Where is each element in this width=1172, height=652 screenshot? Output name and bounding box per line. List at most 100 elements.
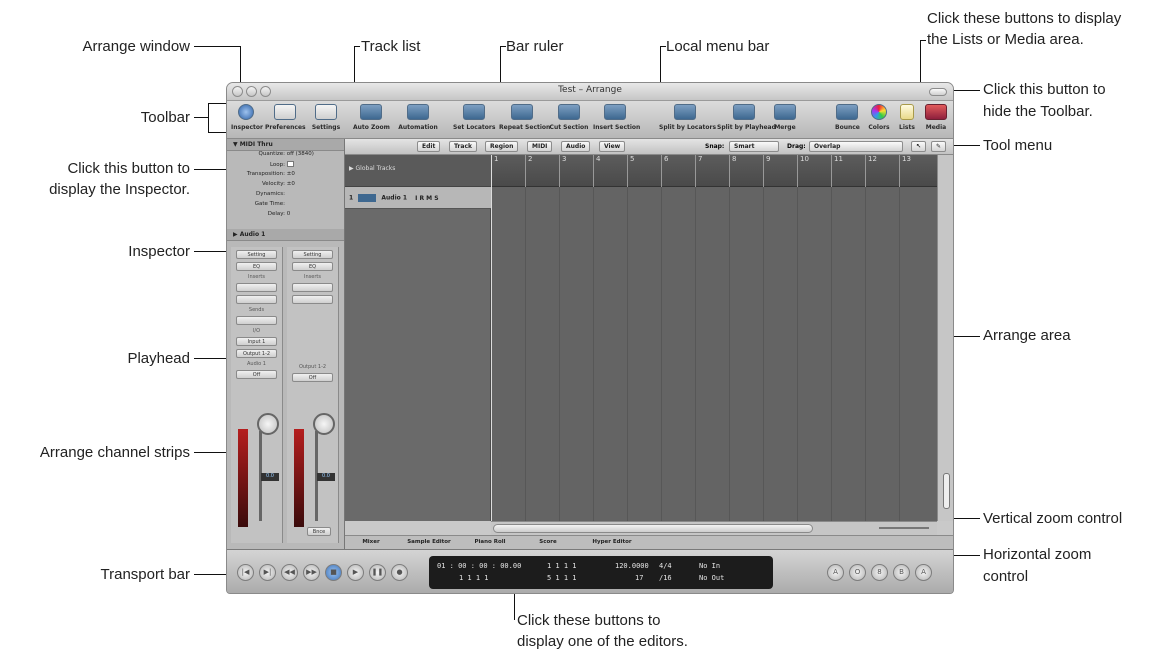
- metronome-button[interactable]: 8: [871, 564, 888, 581]
- grid-line: [899, 187, 900, 521]
- callout-bar-ruler: Bar ruler: [506, 38, 564, 55]
- send-slot[interactable]: [236, 316, 277, 325]
- toolbar-auto-zoom-button[interactable]: Auto Zoom: [353, 104, 390, 131]
- inspector: ▼ MIDI Thru Quantize: off (3840) Loop: T…: [227, 139, 345, 593]
- toolbar-label: Automation: [398, 124, 438, 131]
- toolbar-lists-button[interactable]: Lists: [895, 104, 919, 131]
- toolbar-split-playhead-button[interactable]: Split by Playhead: [717, 104, 776, 131]
- toolbar-colors-button[interactable]: Colors: [867, 104, 891, 131]
- param-delay[interactable]: Delay: 0: [227, 211, 344, 221]
- track-parameters-header[interactable]: ▶ Audio 1: [227, 229, 344, 241]
- loop-checkbox[interactable]: [286, 161, 294, 167]
- hide-toolbar-button[interactable]: [929, 88, 947, 96]
- track-header-audio-1[interactable]: 1 Audio 1 I R M S: [345, 187, 491, 209]
- toolbar-label: Settings: [311, 124, 341, 131]
- level-meter: [294, 429, 304, 527]
- toolbar-repeat-section-button[interactable]: Repeat Section: [499, 104, 550, 131]
- toolbar-automation-button[interactable]: Automation: [397, 104, 439, 131]
- toolbar-preferences-button[interactable]: Preferences: [265, 104, 306, 131]
- setting-button[interactable]: Setting: [236, 250, 277, 259]
- drag-popup[interactable]: Overlap: [809, 141, 903, 152]
- menu-midi[interactable]: MIDI: [527, 141, 553, 152]
- callout-inspector-btn-1: Click this button to: [67, 160, 190, 177]
- callout-toolbar: Toolbar: [140, 109, 190, 126]
- toolbar-bounce-button[interactable]: Bounce: [835, 104, 860, 131]
- callout-playhead: Playhead: [127, 350, 190, 367]
- tab-mixer[interactable]: Mixer: [349, 538, 393, 548]
- record-button[interactable]: ●: [391, 564, 408, 581]
- horizontal-scrollbar[interactable]: [491, 521, 937, 535]
- tab-sample-editor[interactable]: Sample Editor: [399, 538, 459, 548]
- playhead[interactable]: [491, 155, 492, 521]
- input-button[interactable]: Input 1: [236, 337, 277, 346]
- param-dynamics[interactable]: Dynamics:: [227, 191, 344, 201]
- vertical-zoom-slider[interactable]: [943, 473, 950, 509]
- scroll-thumb[interactable]: [493, 524, 813, 533]
- toolbar-insert-section-button[interactable]: Insert Section: [593, 104, 640, 131]
- automation-mode-button[interactable]: Off: [236, 370, 277, 379]
- global-tracks-disclosure[interactable]: ▶ Global Tracks: [345, 155, 491, 187]
- toolbar-cut-section-button[interactable]: Cut Section: [549, 104, 589, 131]
- insert-slot[interactable]: [236, 283, 277, 292]
- param-gate-time[interactable]: Gate Time:: [227, 201, 344, 211]
- output-button[interactable]: Output 1-2: [236, 349, 277, 358]
- toolbar-media-button[interactable]: Media: [923, 104, 949, 131]
- param-velocity[interactable]: Velocity: ±0: [227, 181, 344, 191]
- menu-view[interactable]: View: [599, 141, 626, 152]
- bounce-button[interactable]: Bnce: [307, 527, 331, 536]
- callout-arrange-window: Arrange window: [82, 38, 190, 55]
- fast-forward-button[interactable]: ▶▶: [303, 564, 320, 581]
- horizontal-zoom-slider[interactable]: [879, 527, 929, 529]
- division-b: /16: [659, 574, 672, 582]
- inserts-label: Inserts: [304, 274, 321, 280]
- callout-lists-media-2: the Lists or Media area.: [927, 31, 1084, 48]
- toolbar-settings-button[interactable]: Settings: [311, 104, 341, 131]
- toolbar-set-locators-button[interactable]: Set Locators: [453, 104, 495, 131]
- arrange-area[interactable]: 1 2 3 4 5 6 7 8 9 10 11 12 13: [491, 155, 937, 521]
- eq-button[interactable]: EQ: [292, 262, 333, 271]
- toolbar-split-locators-button[interactable]: Split by Locators: [659, 104, 716, 131]
- eq-button[interactable]: EQ: [236, 262, 277, 271]
- pause-button[interactable]: ❚❚: [369, 564, 386, 581]
- toolbar-merge-button[interactable]: Merge: [773, 104, 797, 131]
- region-parameters-header[interactable]: ▼ MIDI Thru: [227, 139, 344, 151]
- cycle-button[interactable]: O: [849, 564, 866, 581]
- tool-menu-pencil[interactable]: ✎: [931, 141, 947, 152]
- replace-button[interactable]: A: [827, 564, 844, 581]
- insert-slot[interactable]: [236, 295, 277, 304]
- track-buttons[interactable]: I R M S: [415, 195, 438, 202]
- menu-track[interactable]: Track: [449, 141, 477, 152]
- automation-mode-button[interactable]: Off: [292, 373, 333, 382]
- bar-ruler[interactable]: 1 2 3 4 5 6 7 8 9 10 11 12 13: [491, 155, 937, 187]
- sync-button[interactable]: A: [915, 564, 932, 581]
- callout-arrange-area: Arrange area: [983, 327, 1071, 344]
- snap-popup[interactable]: Smart: [729, 141, 779, 152]
- leader-line: [194, 574, 230, 575]
- param-quantize[interactable]: Quantize: off (3840): [227, 151, 344, 161]
- insert-slot[interactable]: [292, 295, 333, 304]
- insert-slot[interactable]: [292, 283, 333, 292]
- tab-piano-roll[interactable]: Piano Roll: [463, 538, 517, 548]
- tab-score[interactable]: Score: [521, 538, 575, 548]
- tool-menu-pointer[interactable]: ↖: [911, 141, 927, 152]
- insert-section-icon: [604, 104, 626, 120]
- menu-edit[interactable]: Edit: [417, 141, 441, 152]
- solo-button[interactable]: B: [893, 564, 910, 581]
- stop-button[interactable]: ■: [325, 564, 342, 581]
- toolbar-inspector-button[interactable]: Inspector: [231, 104, 263, 131]
- grid-line: [627, 187, 628, 521]
- toolbar-label: Merge: [774, 124, 796, 131]
- menu-region[interactable]: Region: [485, 141, 519, 152]
- play-button[interactable]: ▶: [347, 564, 364, 581]
- go-to-end-button[interactable]: ▶|: [259, 564, 276, 581]
- go-to-start-button[interactable]: |◀: [237, 564, 254, 581]
- rewind-button[interactable]: ◀◀: [281, 564, 298, 581]
- setting-button[interactable]: Setting: [292, 250, 333, 259]
- title-bar[interactable]: Test – Arrange: [227, 83, 953, 101]
- param-transposition[interactable]: Transposition: ±0: [227, 171, 344, 181]
- transport-display[interactable]: 01 : 00 : 00 : 00.00 1 1 1 1 1 1 1 1 5 1…: [429, 556, 773, 589]
- menu-audio[interactable]: Audio: [561, 141, 591, 152]
- vertical-scrollbar[interactable]: [937, 155, 953, 521]
- tab-hyper-editor[interactable]: Hyper Editor: [579, 538, 645, 548]
- param-loop[interactable]: Loop:: [227, 161, 344, 171]
